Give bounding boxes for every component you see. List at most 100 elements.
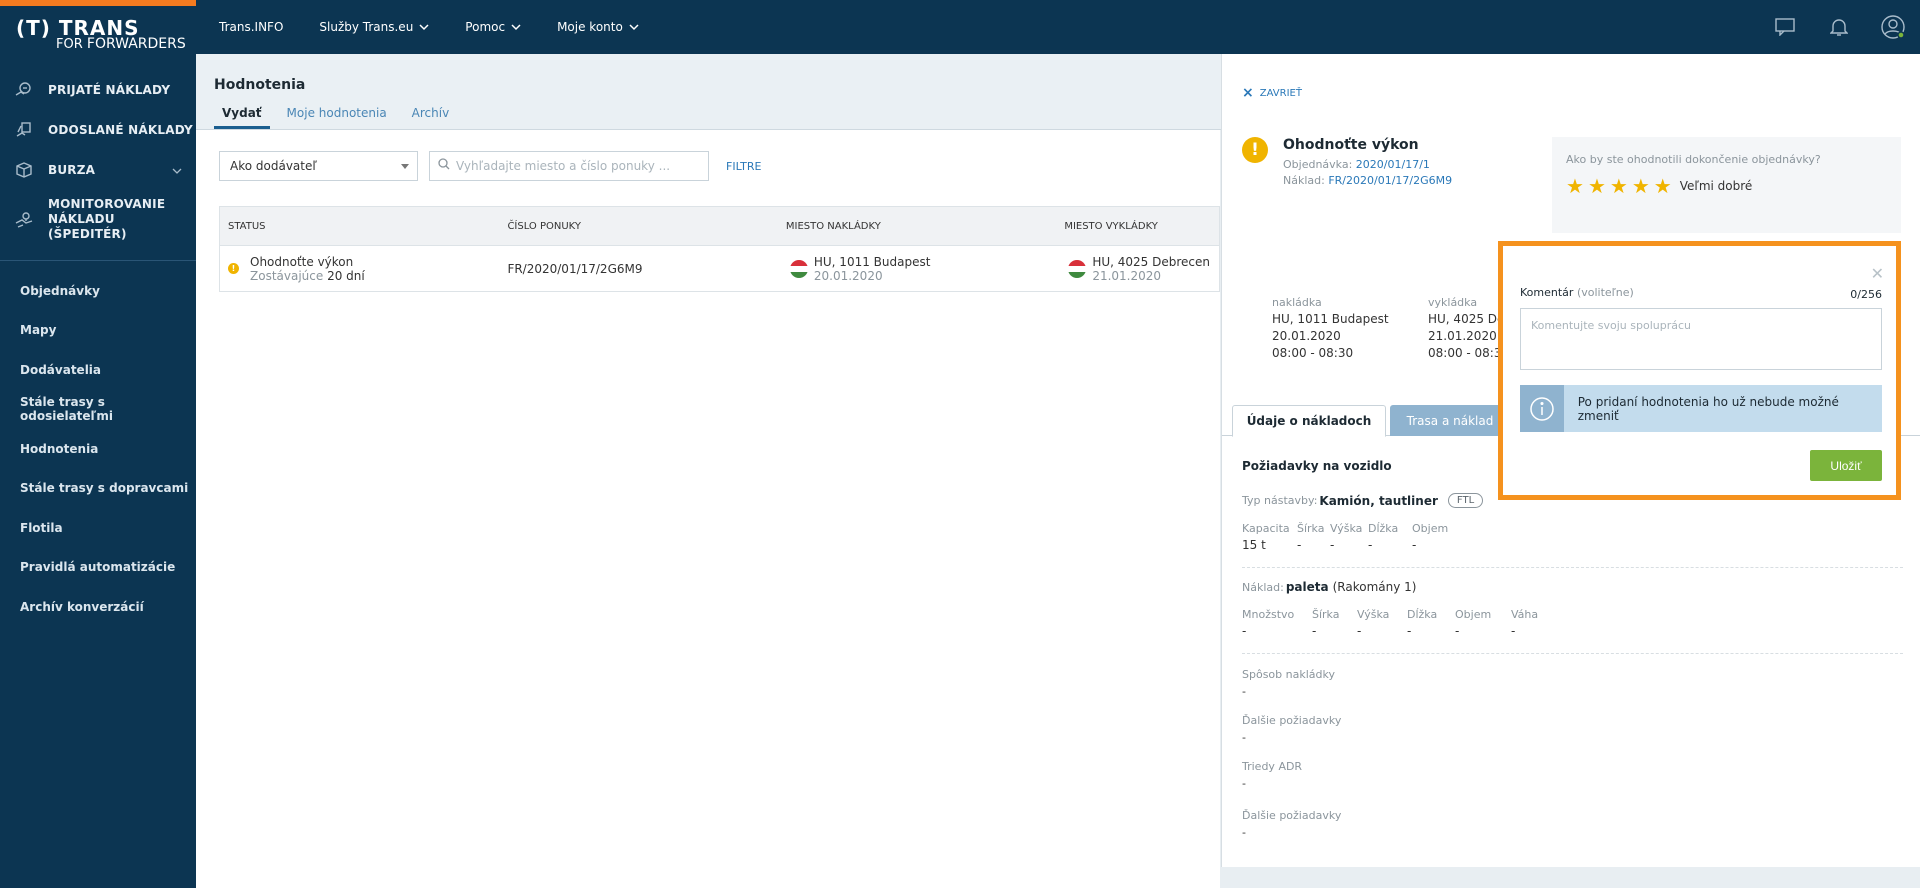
nav-label: Služby Trans.eu: [319, 20, 414, 34]
spec-value: -: [1330, 538, 1335, 552]
sidebar-item-sent-loads[interactable]: ODOSLANÉ NÁKLADY: [0, 110, 196, 150]
logo-sub-main: FORWARDERS: [86, 36, 186, 52]
spec-key: Váha: [1511, 608, 1539, 621]
block-value: -: [1242, 826, 1246, 839]
sidebar-item-fixed-routes-shippers[interactable]: Stále trasy s odosielateľmi: [0, 390, 196, 430]
sidebar-item-exchange[interactable]: BURZA: [0, 150, 196, 190]
close-icon: ×: [1242, 85, 1254, 101]
spec-volume: Objem -: [1412, 520, 1448, 554]
nav-trans-info[interactable]: Trans.INFO: [219, 20, 283, 34]
hungary-flag-icon: [789, 259, 808, 278]
table-row[interactable]: ! Ohodnoťte výkon Zostávajúce 20 dní FR/…: [219, 246, 1220, 292]
spec-key: Šírka: [1312, 608, 1340, 621]
sidebar-item-ratings[interactable]: Hodnotenia: [0, 429, 196, 469]
role-select-value: Ako dodávateľ: [230, 159, 317, 173]
sidebar-item-suppliers[interactable]: Dodávatelia: [0, 350, 196, 390]
loading-time: 08:00 - 08:30: [1272, 346, 1354, 360]
star-icon[interactable]: ★: [1654, 176, 1672, 196]
spec-value: -: [1312, 624, 1317, 638]
status-text: Ohodnoťte výkon: [250, 254, 354, 269]
loading-label: nakládka: [1272, 296, 1322, 309]
page-tabs: Vydať Moje hodnotenia Archív: [214, 106, 466, 129]
sidebar-item-fleet[interactable]: Flotila: [0, 508, 196, 548]
chevron-down-icon: [172, 164, 182, 178]
tab-my-ratings[interactable]: Moje hodnotenia: [279, 106, 395, 129]
user-avatar-icon[interactable]: [1866, 14, 1920, 40]
vehicle-specs: Kapacita 15 t Šírka - Výška - Dĺžka - Objem -: [1242, 520, 1903, 554]
top-navigation-bar: Trans.INFO Služby Trans.eu Pomoc Moje ko…: [196, 0, 1920, 54]
bell-icon[interactable]: [1812, 17, 1866, 37]
star-icon[interactable]: ★: [1588, 176, 1606, 196]
cargo-quantity: Množstvo -: [1242, 606, 1312, 640]
search-input[interactable]: [456, 159, 696, 173]
close-panel-button[interactable]: × ZAVRIEŤ: [1242, 85, 1302, 101]
spec-key: Výška: [1330, 522, 1363, 535]
filter-bar: Ako dodávateľ FILTRE: [219, 151, 762, 181]
spec-value: -: [1242, 624, 1247, 638]
sent-loads-icon: [14, 120, 34, 140]
block-key: Spôsob nakládky: [1242, 668, 1335, 681]
tab-issue[interactable]: Vydať: [214, 106, 270, 129]
vehicle-requirements: Požiadavky na vozidlo Typ nástavby: Kami…: [1242, 459, 1903, 841]
ratings-table: STATUS ČÍSLO PONUKY MIESTO NAKLÁDKY MIES…: [219, 206, 1220, 292]
column-header-status[interactable]: STATUS: [220, 221, 499, 232]
filters-link[interactable]: FILTRE: [726, 160, 762, 173]
spec-width: Šírka -: [1297, 520, 1330, 554]
divider: [1242, 567, 1903, 568]
spec-value: 15 t: [1242, 538, 1266, 552]
spec-value: -: [1455, 624, 1460, 638]
nav-services[interactable]: Služby Trans.eu: [319, 20, 429, 34]
rating-question: Ako by ste ohodnotili dokončenie objedná…: [1566, 153, 1821, 166]
close-icon[interactable]: ✕: [1871, 264, 1884, 283]
column-header-unloading[interactable]: MIESTO VYKLÁDKY: [1056, 221, 1219, 232]
save-button[interactable]: Uložiť: [1810, 450, 1882, 481]
loading-place: HU, 1011 Budapest: [1272, 312, 1389, 326]
order-label: Objednávka:: [1283, 158, 1353, 171]
info-text: Po pridaní hodnotenia ho už nebude možné…: [1577, 394, 1839, 423]
table-header: STATUS ČÍSLO PONUKY MIESTO NAKLÁDKY MIES…: [219, 206, 1220, 246]
load-link[interactable]: FR/2020/01/17/2G6M9: [1328, 174, 1452, 187]
spec-value: -: [1297, 538, 1302, 552]
exchange-box-icon: [14, 160, 34, 180]
spec-value: -: [1412, 538, 1417, 552]
sidebar-item-conversation-archive[interactable]: Archív konverzácií: [0, 587, 196, 627]
messenger-icon[interactable]: [1758, 18, 1812, 36]
nav-help[interactable]: Pomoc: [465, 20, 521, 34]
warning-icon: !: [228, 263, 239, 274]
sidebar-item-label: MONITOROVANIE NÁKLADU (ŠPEDITÉR): [48, 196, 166, 241]
sidebar: (T) TRANS FOR FORWARDERS PRIJATÉ NÁKLADY…: [0, 0, 196, 888]
spec-key: Výška: [1357, 608, 1390, 621]
spec-value: -: [1368, 538, 1373, 552]
order-link[interactable]: 2020/01/17/1: [1356, 158, 1430, 171]
tab-archive[interactable]: Archív: [404, 106, 458, 129]
close-label: ZAVRIEŤ: [1259, 87, 1302, 99]
star-icon[interactable]: ★: [1566, 176, 1584, 196]
panel-title: Ohodnoťte výkon: [1283, 137, 1419, 153]
sidebar-item-received-loads[interactable]: PRIJATÉ NÁKLADY: [0, 70, 196, 110]
additional-requirements-2: Ďalšie požiadavky -: [1242, 807, 1903, 841]
block-value: -: [1242, 731, 1246, 744]
comment-textarea[interactable]: [1520, 308, 1882, 370]
star-icon[interactable]: ★: [1632, 176, 1650, 196]
star-icon[interactable]: ★: [1610, 176, 1628, 196]
load-reference: Náklad: FR/2020/01/17/2G6M9: [1283, 173, 1452, 189]
loading-date: 20.01.2020: [813, 268, 883, 283]
cargo-extra: (Rakomány 1): [1332, 580, 1417, 594]
spec-height: Výška -: [1330, 520, 1368, 554]
cargo-height: Výška -: [1357, 606, 1407, 640]
trans-logo[interactable]: (T) TRANS FOR FORWARDERS: [0, 6, 196, 54]
sidebar-item-fixed-routes-carriers[interactable]: Stále trasy s dopravcami: [0, 469, 196, 509]
column-header-offer[interactable]: ČÍSLO PONUKY: [499, 221, 777, 232]
sidebar-item-orders[interactable]: Objednávky: [0, 271, 196, 311]
tab-load-details[interactable]: Údaje o nákladoch: [1232, 405, 1386, 437]
nav-my-account[interactable]: Moje konto: [557, 20, 639, 34]
sidebar-item-maps[interactable]: Mapy: [0, 311, 196, 351]
received-loads-icon: [14, 80, 34, 100]
column-header-loading[interactable]: MIESTO NAKLÁDKY: [778, 221, 1056, 232]
sidebar-item-automation-rules[interactable]: Pravidlá automatizácie: [0, 548, 196, 588]
sidebar-item-label: ODOSLANÉ NÁKLADY: [48, 123, 193, 137]
tab-route-and-load[interactable]: Trasa a náklad: [1390, 405, 1510, 436]
sidebar-item-monitoring[interactable]: MONITOROVANIE NÁKLADU (ŠPEDITÉR): [0, 190, 196, 248]
role-select[interactable]: Ako dodávateľ: [219, 151, 418, 181]
cargo-row: Náklad: paleta (Rakomány 1): [1242, 580, 1903, 594]
